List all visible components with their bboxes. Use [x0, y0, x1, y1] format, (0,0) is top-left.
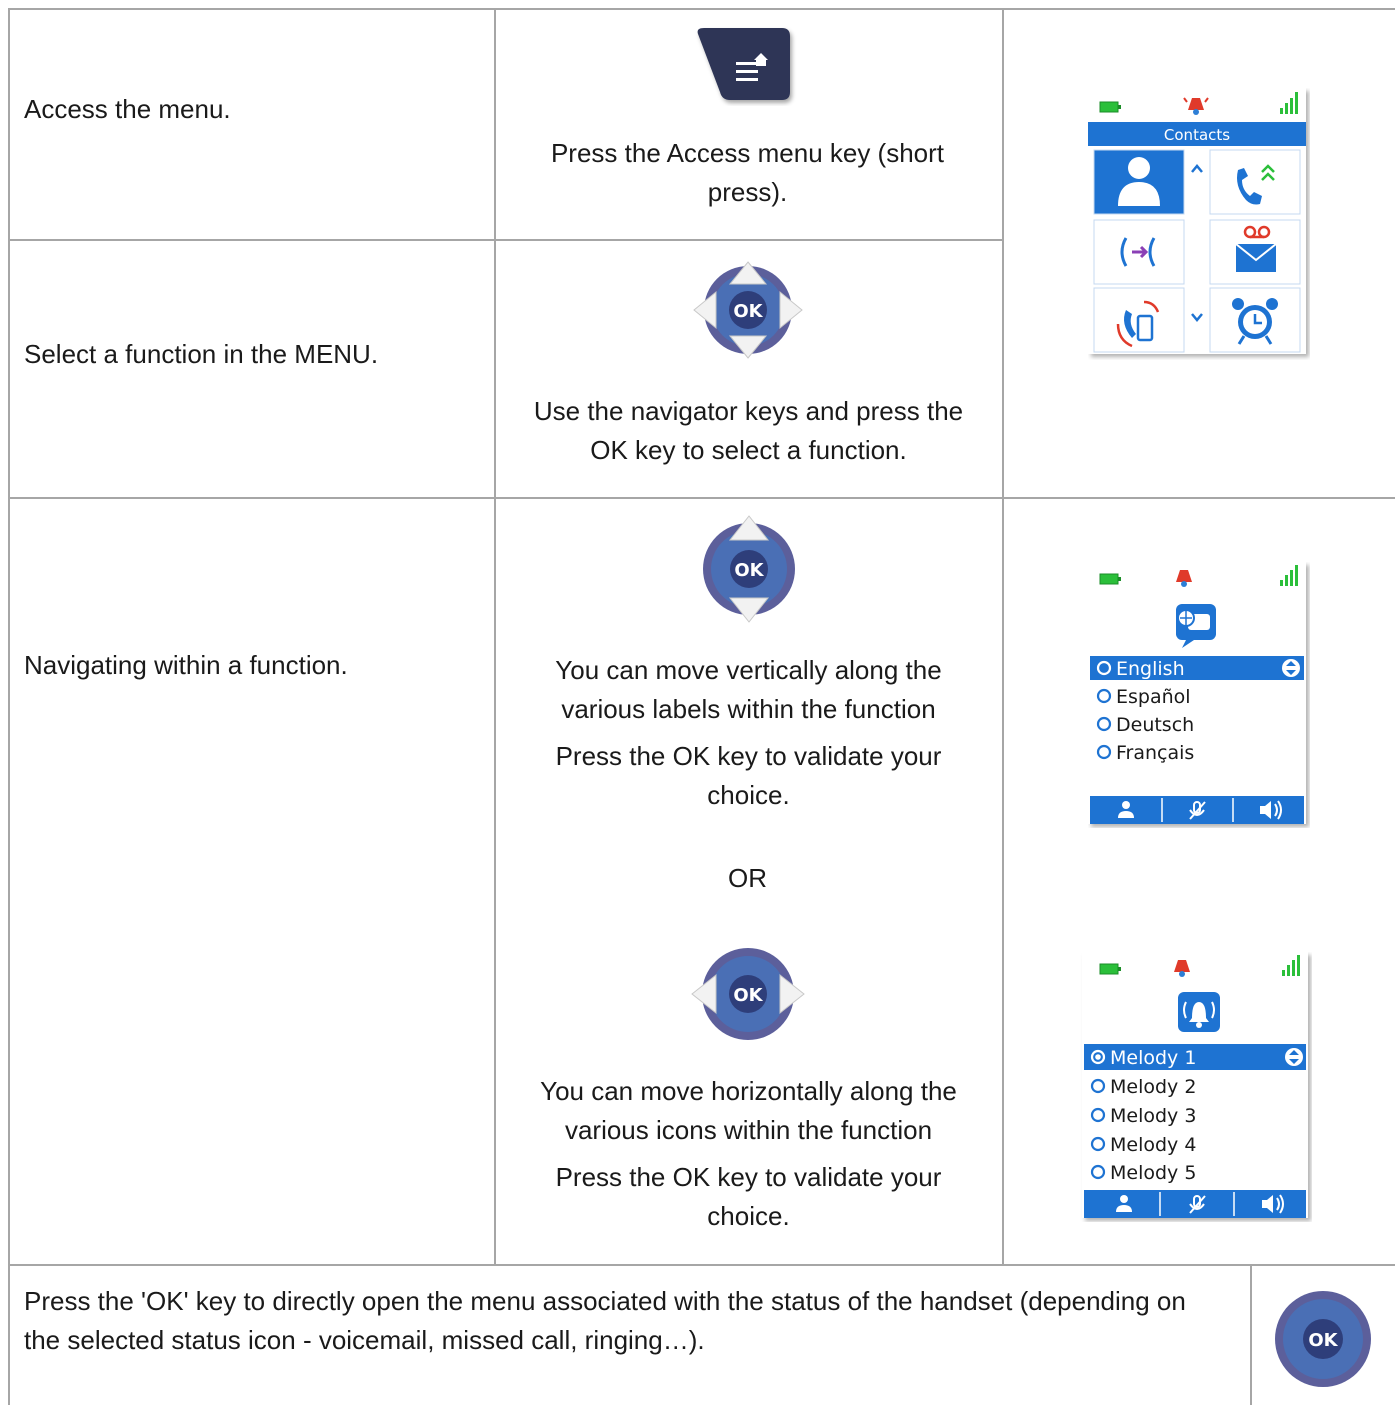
battery-icon — [1099, 101, 1121, 113]
phone-language-screen: English Español Deutsch Français — [1088, 562, 1306, 824]
table-border-top — [8, 8, 1395, 10]
melody-option-1: Melody 1 — [1110, 1047, 1196, 1069]
ringer-bell-icon — [1178, 992, 1220, 1032]
column-divider-2 — [1002, 8, 1004, 1264]
melody-option-4: Melody 4 — [1110, 1134, 1196, 1156]
row-2-instruction: Use the navigator keys and press the OK … — [533, 396, 964, 465]
language-option-1: English — [1116, 658, 1185, 680]
row-3-horizontal-validate: Press the OK key to validate your choice… — [555, 1162, 942, 1231]
navigator-vertical-ok-icon[interactable]: OK — [694, 514, 804, 624]
row-2-action: Select a function in the MENU. — [24, 339, 379, 369]
row-3-vertical-validate: Press the OK key to validate your choice… — [555, 741, 942, 810]
language-option-3: Deutsch — [1116, 714, 1194, 736]
row-divider-3 — [8, 1264, 1395, 1266]
row-1-instruction: Press the Access menu key (short press). — [550, 138, 945, 207]
or-separator: OR — [728, 863, 767, 893]
melody-option-3: Melody 3 — [1110, 1105, 1196, 1127]
row-3-vertical-instruction: You can move vertically along the variou… — [555, 655, 942, 724]
table-border-left — [8, 8, 10, 1405]
footer-column-divider — [1250, 1264, 1252, 1405]
ok-key-label: OK — [1308, 1330, 1338, 1351]
row-divider-1 — [8, 239, 1003, 241]
language-option-4: Français — [1116, 742, 1194, 764]
navigator-ok-label: OK — [733, 301, 763, 322]
battery-icon — [1099, 573, 1121, 585]
access-menu-key-icon[interactable] — [690, 22, 802, 106]
melody-option-5: Melody 5 — [1110, 1162, 1196, 1184]
navigator-horizontal-ok-icon[interactable]: OK — [690, 942, 806, 1046]
phone-menu-screen: Contacts — [1088, 88, 1306, 354]
ok-key-icon[interactable]: OK — [1268, 1284, 1378, 1394]
language-option-2: Español — [1116, 686, 1191, 708]
footer-instruction: Press the 'OK' key to directly open the … — [24, 1286, 1186, 1355]
row-1-action: Access the menu. — [24, 94, 231, 124]
phone-melody-screen: Melody 1 Melody 2 Melody 3 Melody 4 Melo… — [1082, 952, 1308, 1218]
navigator-4way-ok-icon[interactable]: OK — [690, 258, 806, 362]
vertical-ok-label: OK — [734, 560, 764, 581]
row-3-action: Navigating within a function. — [24, 650, 348, 680]
row-divider-2 — [8, 497, 1395, 499]
column-divider-1 — [494, 8, 496, 1264]
scroll-updown-icon — [1282, 659, 1300, 677]
melody-option-2: Melody 2 — [1110, 1076, 1196, 1098]
row-3-horizontal-instruction: You can move horizontally along the vari… — [540, 1076, 957, 1145]
menu-screen-title: Contacts — [1164, 126, 1230, 144]
battery-icon — [1099, 963, 1121, 975]
horizontal-ok-label: OK — [733, 985, 763, 1006]
scroll-updown-icon — [1285, 1048, 1303, 1066]
